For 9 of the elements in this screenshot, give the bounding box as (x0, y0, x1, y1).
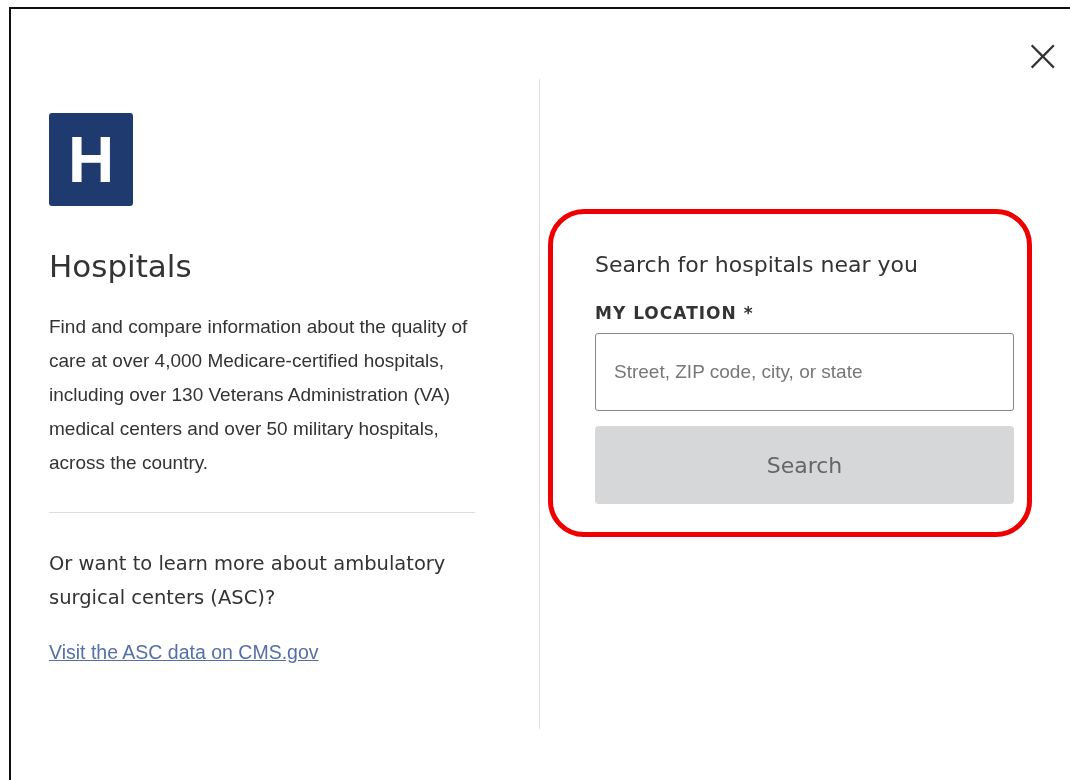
cms-link[interactable]: Visit the ASC data on CMS.gov (49, 641, 319, 664)
hospital-icon: H (49, 113, 133, 206)
location-field[interactable]: Street, ZIP code, city, or state (595, 333, 1014, 411)
search-heading: Search for hospitals near you (595, 252, 919, 277)
question-text: Or want to learn more about ambulatory surgical centers (ASC)? (49, 551, 447, 611)
section-title: Hospitals (49, 248, 193, 284)
close-button[interactable]: × (1017, 35, 1068, 75)
description-text: Find and compare information about the quality of care at over 4,000 Medicare-certified hospitals, including over 130 Veterans Administration (VA) medical centers and over 50 military hospitals, across the country. (49, 315, 469, 475)
location-label: MY LOCATION * (595, 303, 755, 323)
